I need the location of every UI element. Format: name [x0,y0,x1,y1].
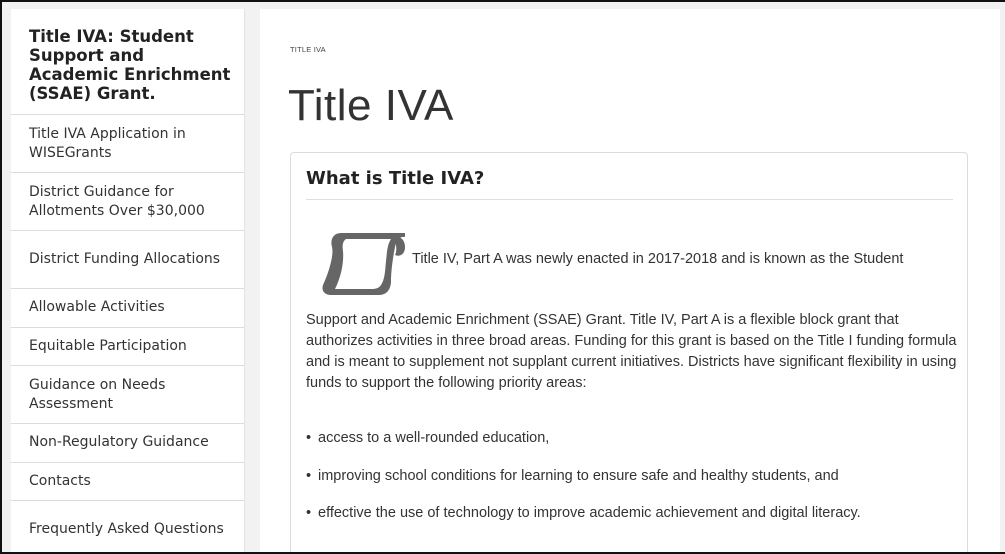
sidebar-menu: Title IVA Application in WISEGrants Dist… [11,115,244,552]
breadcrumb[interactable]: TITLE IVA [290,45,326,54]
page-frame: Title IVA: Student Support and Academic … [0,0,1005,554]
sidebar-item-funding-allocations[interactable]: District Funding Allocations [11,231,244,289]
sidebar-title: Title IVA: Student Support and Academic … [11,9,244,115]
card-heading: What is Title IVA? [306,168,953,200]
scroll-icon [322,233,405,295]
sidebar-item-label: District Guidance for Allotments Over $3… [29,183,205,219]
sidebar-item-label: District Funding Allocations [29,251,221,267]
sidebar-item-allowable-activities[interactable]: Allowable Activities [11,289,244,328]
sidebar-nav: Title IVA: Student Support and Academic … [11,9,245,552]
sidebar-item-needs-assessment[interactable]: Guidance on Needs Assessment [11,366,244,424]
sidebar-item-label: Allowable Activities [29,299,165,316]
list-item: effective the use of technology to impro… [306,503,961,541]
sidebar-item-district-guidance[interactable]: District Guidance for Allotments Over $3… [11,173,244,231]
content-card: What is Title IVA? Title IV, Part A was … [290,152,968,552]
description-paragraph: Support and Academic Enrichment (SSAE) G… [306,312,957,391]
sidebar-item-contacts[interactable]: Contacts [11,463,244,501]
list-item: access to a well-rounded education, [306,428,961,466]
sidebar-item-label: Title IVA Application in WISEGrants [29,125,186,161]
sidebar-item-label: Guidance on Needs Assessment [29,376,166,412]
list-item: improving school conditions for learning… [306,466,961,504]
sidebar-item-label: Equitable Participation [29,337,187,354]
main-content: TITLE IVA Title IVA What is Title IVA? T… [260,9,1000,552]
sidebar-item-label: Contacts [29,472,91,489]
page-title: Title IVA [288,81,454,130]
sidebar-item-non-regulatory-guidance[interactable]: Non-Regulatory Guidance [11,424,244,463]
sidebar-item-label: Non-Regulatory Guidance [29,434,209,451]
sidebar-item-equitable-participation[interactable]: Equitable Participation [11,328,244,366]
sidebar-item-application[interactable]: Title IVA Application in WISEGrants [11,115,244,173]
sidebar-item-label: Frequently Asked Questions [29,521,224,537]
sidebar-item-faq[interactable]: Frequently Asked Questions [11,501,244,552]
priority-list: access to a well-rounded education, impr… [306,428,961,541]
intro-text: Title IV, Part A was newly enacted in 20… [412,251,904,267]
